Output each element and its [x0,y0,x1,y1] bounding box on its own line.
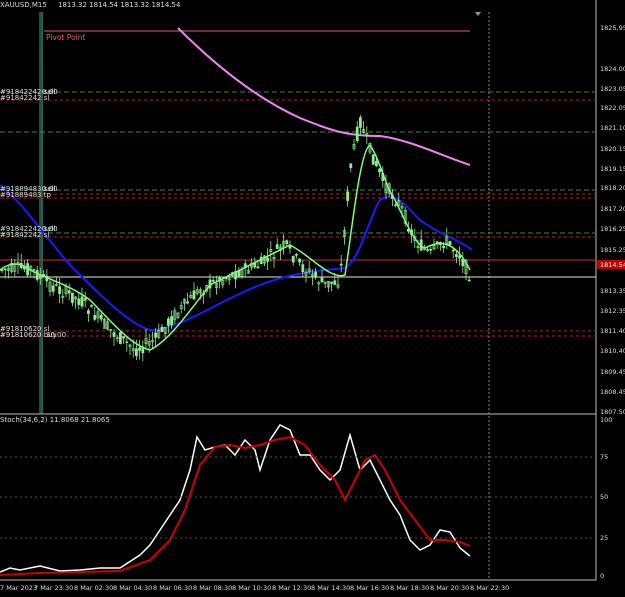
header-ohlc: 1813.32 1814.54 1813.32 1814.54 [58,1,181,9]
svg-text:8 Mar 02:30: 8 Mar 02:30 [74,584,113,592]
svg-text:1810.40: 1810.40 [600,347,625,355]
svg-text:1813.35: 1813.35 [600,287,625,295]
svg-text:1824.00: 1824.00 [600,65,625,73]
svg-text:8 Mar 22:30: 8 Mar 22:30 [470,584,509,592]
svg-text:1823.05: 1823.05 [600,85,625,93]
stoch-axis: 100 75 50 25 0 [600,416,612,580]
svg-text:8 Mar 10:30: 8 Mar 10:30 [232,584,271,592]
svg-text:8 Mar 18:30: 8 Mar 18:30 [390,584,429,592]
svg-text:1822.05: 1822.05 [600,104,625,112]
svg-text:0: 0 [600,572,604,580]
svg-text:75: 75 [600,453,608,461]
svg-text:1809.45: 1809.45 [600,368,625,376]
svg-text:1808.45: 1808.45 [600,388,625,396]
svg-text:1811.40: 1811.40 [600,327,625,335]
svg-text:1807.50: 1807.50 [600,408,625,416]
svg-text:25: 25 [600,534,608,542]
time-axis: 7 Mar 2023 7 Mar 23:30 8 Mar 02:30 8 Mar… [0,584,509,592]
svg-text:1818.20: 1818.20 [600,184,625,192]
svg-text:8 Mar 08:30: 8 Mar 08:30 [193,584,232,592]
svg-text:8 Mar 04:30: 8 Mar 04:30 [113,584,152,592]
svg-text:50: 50 [600,493,608,501]
svg-text:1821.10: 1821.10 [600,124,625,132]
header-symbol: XAUUSD,M15 [0,1,47,9]
svg-text:1815.25: 1815.25 [600,246,625,254]
svg-text:100: 100 [600,416,612,424]
svg-text:1812.35: 1812.35 [600,307,625,315]
price-axis: 1825.95 1824.00 1823.05 1822.05 1821.10 … [600,24,625,416]
chart-shift-icon[interactable] [475,12,481,16]
current-price-badge: 1814.54 [600,261,625,269]
svg-text:8 Mar 14:30: 8 Mar 14:30 [311,584,350,592]
order-value: 30.00 [46,331,66,339]
svg-text:8 Mar 16:30: 8 Mar 16:30 [350,584,389,592]
svg-text:1819.15: 1819.15 [600,165,625,173]
svg-text:8 Mar 12:30: 8 Mar 12:30 [272,584,311,592]
stoch-title: Stoch(34,6,2) 11.8068 21.8065 [0,416,110,424]
pivot-label: Pivot Point [46,33,85,42]
svg-text:1816.25: 1816.25 [600,225,625,233]
order-label[interactable]: #91889483 tp [0,191,51,199]
svg-text:8 Mar 20:30: 8 Mar 20:30 [430,584,469,592]
svg-text:1820.15: 1820.15 [600,145,625,153]
svg-text:7 Mar 2023: 7 Mar 2023 [0,584,37,592]
order-label[interactable]: #91842242 sl [0,231,49,239]
svg-text:8 Mar 06:30: 8 Mar 06:30 [153,584,192,592]
trading-chart[interactable]: XAUUSD,M15 1813.32 1814.54 1813.32 1814.… [0,0,625,593]
svg-text:1817.20: 1817.20 [600,205,625,213]
order-label[interactable]: #91842242 sl [0,94,49,102]
svg-text:1825.95: 1825.95 [600,24,625,32]
svg-text:7 Mar 23:30: 7 Mar 23:30 [34,584,73,592]
